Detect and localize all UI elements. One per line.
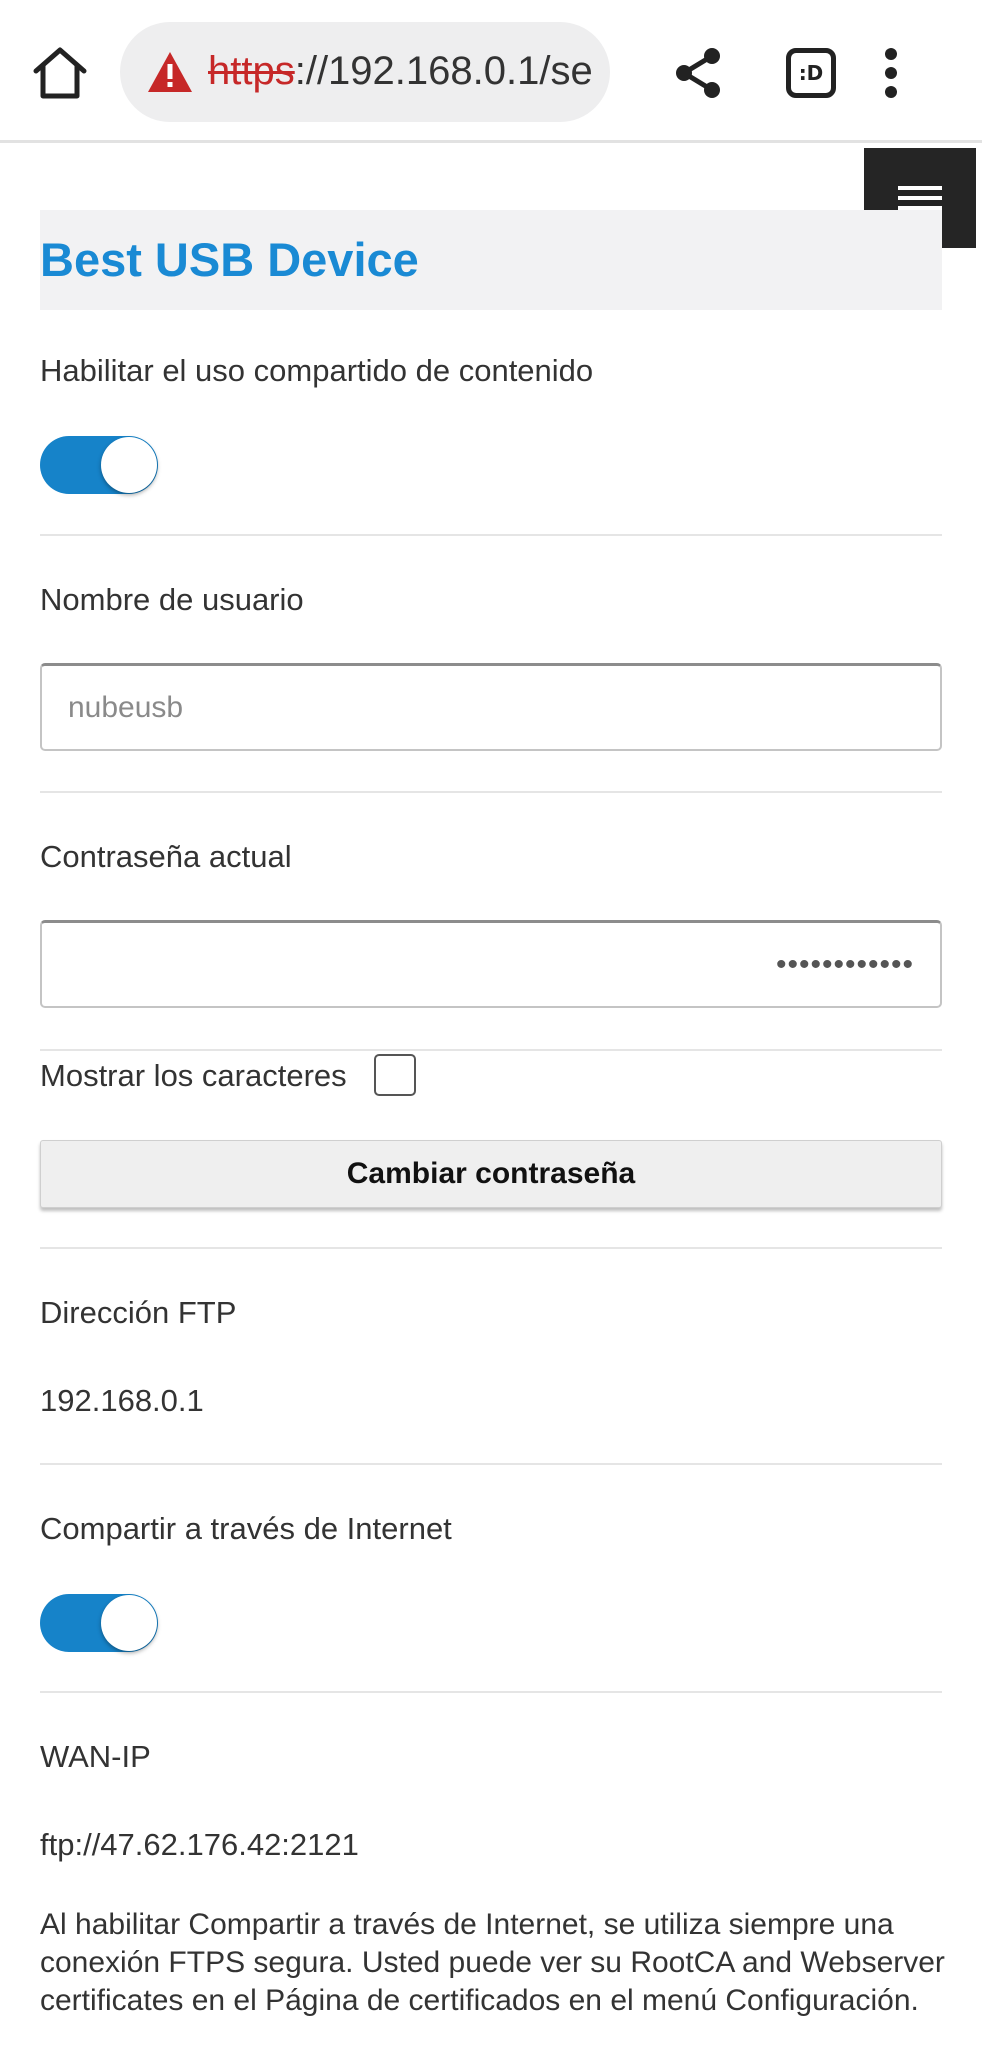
show-characters-checkbox[interactable] <box>374 1054 416 1096</box>
password-label: Contraseña actual <box>40 839 292 874</box>
divider <box>40 534 942 536</box>
url-text[interactable]: https://192.168.0.1/se <box>208 46 593 96</box>
wan-ip-label: WAN-IP <box>40 1739 151 1774</box>
divider <box>40 791 942 793</box>
title-bar: Best USB Device <box>40 210 942 310</box>
username-input[interactable] <box>40 663 942 751</box>
tab-switcher-button[interactable]: :D <box>786 48 836 98</box>
password-input[interactable] <box>40 920 942 1008</box>
more-options-icon[interactable] <box>880 48 902 100</box>
content-sharing-toggle[interactable] <box>40 436 158 494</box>
address-bar[interactable]: https://192.168.0.1/se <box>120 22 610 122</box>
url-scheme: https <box>208 49 295 93</box>
show-characters-label: Mostrar los caracteres <box>40 1058 347 1093</box>
ftp-address-label: Dirección FTP <box>40 1295 237 1330</box>
browser-toolbar: https://192.168.0.1/se :D <box>0 0 982 143</box>
url-host: ://192.168.0.1/se <box>294 49 593 93</box>
internet-sharing-label: Compartir a través de Internet <box>40 1511 452 1546</box>
change-password-button[interactable]: Cambiar contraseña <box>40 1140 942 1208</box>
divider <box>40 1691 942 1693</box>
divider <box>40 1049 942 1051</box>
info-paragraph: Al habilitar Compartir a través de Inter… <box>40 1908 945 2017</box>
divider <box>40 1463 942 1465</box>
toggle-knob <box>101 437 157 493</box>
username-label: Nombre de usuario <box>40 582 304 617</box>
wan-ip-value: ftp://47.62.176.42:2121 <box>40 1827 359 1862</box>
toggle-knob <box>101 1595 157 1651</box>
warning-icon[interactable] <box>146 50 194 94</box>
home-icon[interactable] <box>30 45 90 101</box>
share-icon[interactable] <box>672 45 724 101</box>
internet-sharing-toggle[interactable] <box>40 1594 158 1652</box>
divider <box>40 1247 942 1249</box>
content-sharing-label: Habilitar el uso compartido de contenido <box>40 353 594 388</box>
page-title: Best USB Device <box>40 233 419 286</box>
ftp-address-value: 192.168.0.1 <box>40 1383 204 1418</box>
